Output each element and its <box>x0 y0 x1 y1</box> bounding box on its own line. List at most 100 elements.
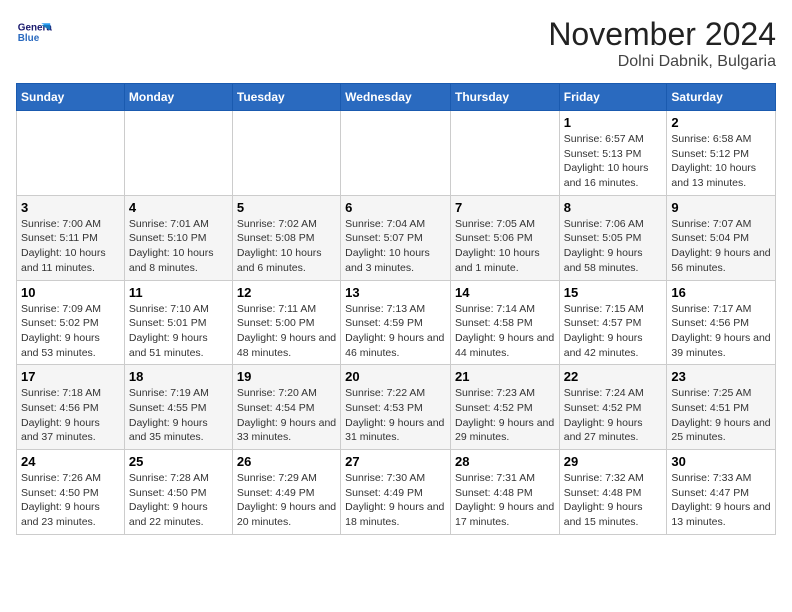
day-info: Sunrise: 7:02 AM Sunset: 5:08 PM Dayligh… <box>237 217 336 276</box>
day-info: Sunrise: 7:04 AM Sunset: 5:07 PM Dayligh… <box>345 217 446 276</box>
calendar-cell: 7 Sunrise: 7:05 AM Sunset: 5:06 PM Daylig… <box>450 195 559 280</box>
calendar-cell: 4 Sunrise: 7:01 AM Sunset: 5:10 PM Daylig… <box>124 195 232 280</box>
day-info: Sunrise: 7:29 AM Sunset: 4:49 PM Dayligh… <box>237 471 336 530</box>
day-info: Sunrise: 7:28 AM Sunset: 4:50 PM Dayligh… <box>129 471 228 530</box>
day-number: 16 <box>671 285 771 300</box>
day-number: 30 <box>671 454 771 469</box>
day-number: 5 <box>237 200 336 215</box>
column-header-thursday: Thursday <box>450 84 559 111</box>
calendar-cell: 6 Sunrise: 7:04 AM Sunset: 5:07 PM Daylig… <box>341 195 451 280</box>
calendar-cell: 21Sunrise: 7:23 AM Sunset: 4:52 PM Dayli… <box>450 365 559 450</box>
calendar-cell: 10 Sunrise: 7:09 AM Sunset: 5:02 PM Dayli… <box>17 280 125 365</box>
day-info: Sunrise: 7:15 AM Sunset: 4:57 PM Dayligh… <box>564 302 663 361</box>
calendar-week-3: 10 Sunrise: 7:09 AM Sunset: 5:02 PM Dayli… <box>17 280 776 365</box>
column-header-monday: Monday <box>124 84 232 111</box>
location-title: Dolni Dabnik, Bulgaria <box>548 53 776 71</box>
calendar-cell: 14 Sunrise: 7:14 AM Sunset: 4:58 PM Dayli… <box>450 280 559 365</box>
day-number: 27 <box>345 454 446 469</box>
calendar-cell: 9 Sunrise: 7:07 AM Sunset: 5:04 PM Daylig… <box>667 195 776 280</box>
calendar-week-5: 24Sunrise: 7:26 AM Sunset: 4:50 PM Dayli… <box>17 450 776 535</box>
title-area: November 2024 Dolni Dabnik, Bulgaria <box>548 16 776 71</box>
day-number: 26 <box>237 454 336 469</box>
calendar-cell: 2 Sunrise: 6:58 AM Sunset: 5:12 PM Daylig… <box>667 111 776 196</box>
logo: General Blue <box>16 16 52 52</box>
column-header-saturday: Saturday <box>667 84 776 111</box>
calendar-cell: 17Sunrise: 7:18 AM Sunset: 4:56 PM Dayli… <box>17 365 125 450</box>
calendar-week-4: 17Sunrise: 7:18 AM Sunset: 4:56 PM Dayli… <box>17 365 776 450</box>
day-info: Sunrise: 6:58 AM Sunset: 5:12 PM Dayligh… <box>671 132 771 191</box>
day-info: Sunrise: 7:17 AM Sunset: 4:56 PM Dayligh… <box>671 302 771 361</box>
column-header-friday: Friday <box>559 84 667 111</box>
day-info: Sunrise: 7:32 AM Sunset: 4:48 PM Dayligh… <box>564 471 663 530</box>
calendar-cell <box>341 111 451 196</box>
day-number: 2 <box>671 115 771 130</box>
day-number: 4 <box>129 200 228 215</box>
calendar-week-2: 3Sunrise: 7:00 AM Sunset: 5:11 PM Daylig… <box>17 195 776 280</box>
day-number: 20 <box>345 369 446 384</box>
calendar-cell: 16 Sunrise: 7:17 AM Sunset: 4:56 PM Dayli… <box>667 280 776 365</box>
day-info: Sunrise: 7:20 AM Sunset: 4:54 PM Dayligh… <box>237 386 336 445</box>
day-number: 25 <box>129 454 228 469</box>
day-number: 23 <box>671 369 771 384</box>
day-number: 21 <box>455 369 555 384</box>
calendar-cell: 3Sunrise: 7:00 AM Sunset: 5:11 PM Daylig… <box>17 195 125 280</box>
day-number: 10 <box>21 285 120 300</box>
calendar-cell <box>232 111 340 196</box>
calendar-cell: 11Sunrise: 7:10 AM Sunset: 5:01 PM Dayli… <box>124 280 232 365</box>
day-info: Sunrise: 7:18 AM Sunset: 4:56 PM Dayligh… <box>21 386 120 445</box>
day-info: Sunrise: 7:33 AM Sunset: 4:47 PM Dayligh… <box>671 471 771 530</box>
calendar-cell <box>124 111 232 196</box>
svg-text:Blue: Blue <box>18 33 40 44</box>
day-number: 28 <box>455 454 555 469</box>
calendar-cell: 8 Sunrise: 7:06 AM Sunset: 5:05 PM Daylig… <box>559 195 667 280</box>
column-header-tuesday: Tuesday <box>232 84 340 111</box>
day-info: Sunrise: 7:14 AM Sunset: 4:58 PM Dayligh… <box>455 302 555 361</box>
day-info: Sunrise: 7:30 AM Sunset: 4:49 PM Dayligh… <box>345 471 446 530</box>
month-title: November 2024 <box>548 16 776 53</box>
day-info: Sunrise: 7:22 AM Sunset: 4:53 PM Dayligh… <box>345 386 446 445</box>
day-info: Sunrise: 7:11 AM Sunset: 5:00 PM Dayligh… <box>237 302 336 361</box>
column-header-sunday: Sunday <box>17 84 125 111</box>
column-header-wednesday: Wednesday <box>341 84 451 111</box>
day-number: 13 <box>345 285 446 300</box>
calendar-cell <box>17 111 125 196</box>
day-info: Sunrise: 7:06 AM Sunset: 5:05 PM Dayligh… <box>564 217 663 276</box>
calendar-cell: 30 Sunrise: 7:33 AM Sunset: 4:47 PM Dayli… <box>667 450 776 535</box>
day-info: Sunrise: 7:13 AM Sunset: 4:59 PM Dayligh… <box>345 302 446 361</box>
calendar-cell: 1Sunrise: 6:57 AM Sunset: 5:13 PM Daylig… <box>559 111 667 196</box>
header: General Blue November 2024 Dolni Dabnik,… <box>16 16 776 71</box>
day-number: 8 <box>564 200 663 215</box>
day-info: Sunrise: 7:01 AM Sunset: 5:10 PM Dayligh… <box>129 217 228 276</box>
calendar-header-row: SundayMondayTuesdayWednesdayThursdayFrid… <box>17 84 776 111</box>
day-number: 14 <box>455 285 555 300</box>
calendar-body: 1Sunrise: 6:57 AM Sunset: 5:13 PM Daylig… <box>17 111 776 535</box>
calendar-cell: 20 Sunrise: 7:22 AM Sunset: 4:53 PM Dayli… <box>341 365 451 450</box>
day-info: Sunrise: 7:00 AM Sunset: 5:11 PM Dayligh… <box>21 217 120 276</box>
day-info: Sunrise: 7:10 AM Sunset: 5:01 PM Dayligh… <box>129 302 228 361</box>
day-info: Sunrise: 7:09 AM Sunset: 5:02 PM Dayligh… <box>21 302 120 361</box>
calendar-cell: 12 Sunrise: 7:11 AM Sunset: 5:00 PM Dayli… <box>232 280 340 365</box>
day-number: 12 <box>237 285 336 300</box>
day-number: 9 <box>671 200 771 215</box>
calendar-cell <box>450 111 559 196</box>
calendar-cell: 19 Sunrise: 7:20 AM Sunset: 4:54 PM Dayli… <box>232 365 340 450</box>
day-number: 19 <box>237 369 336 384</box>
calendar-cell: 18 Sunrise: 7:19 AM Sunset: 4:55 PM Dayli… <box>124 365 232 450</box>
day-info: Sunrise: 7:25 AM Sunset: 4:51 PM Dayligh… <box>671 386 771 445</box>
calendar-cell: 24Sunrise: 7:26 AM Sunset: 4:50 PM Dayli… <box>17 450 125 535</box>
day-number: 29 <box>564 454 663 469</box>
day-info: Sunrise: 7:31 AM Sunset: 4:48 PM Dayligh… <box>455 471 555 530</box>
day-info: Sunrise: 7:19 AM Sunset: 4:55 PM Dayligh… <box>129 386 228 445</box>
day-number: 18 <box>129 369 228 384</box>
day-number: 7 <box>455 200 555 215</box>
day-number: 15 <box>564 285 663 300</box>
day-info: Sunrise: 7:26 AM Sunset: 4:50 PM Dayligh… <box>21 471 120 530</box>
calendar-cell: 13 Sunrise: 7:13 AM Sunset: 4:59 PM Dayli… <box>341 280 451 365</box>
day-info: Sunrise: 7:07 AM Sunset: 5:04 PM Dayligh… <box>671 217 771 276</box>
day-info: Sunrise: 7:05 AM Sunset: 5:06 PM Dayligh… <box>455 217 555 276</box>
day-number: 6 <box>345 200 446 215</box>
calendar-week-1: 1Sunrise: 6:57 AM Sunset: 5:13 PM Daylig… <box>17 111 776 196</box>
logo-icon: General Blue <box>16 16 52 52</box>
day-number: 1 <box>564 115 663 130</box>
calendar-cell: 28 Sunrise: 7:31 AM Sunset: 4:48 PM Dayli… <box>450 450 559 535</box>
